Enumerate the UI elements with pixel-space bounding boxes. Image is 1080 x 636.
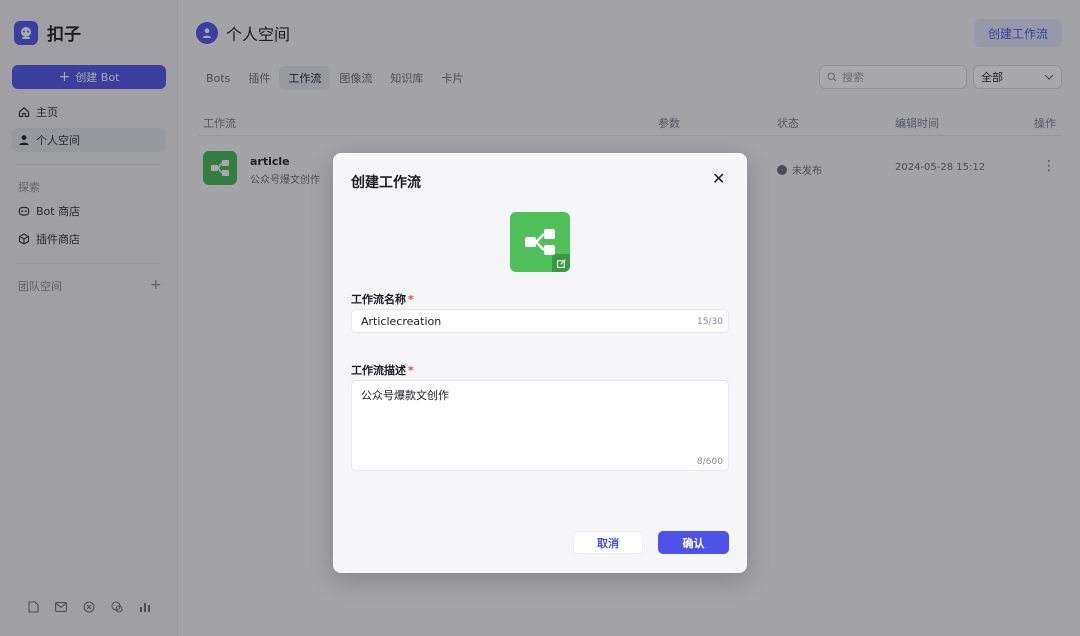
confirm-button[interactable]: 确认 [658, 531, 729, 554]
desc-field-label: 工作流描述 * [351, 362, 414, 378]
create-workflow-dialog: 创建工作流 ✕ 工作流名称 * Articlecreation 15/30 工作流… [333, 153, 747, 573]
required-mark: * [408, 293, 414, 306]
name-field-label: 工作流名称 * [351, 291, 414, 307]
workflow-description-field[interactable]: 公众号爆款文创作 [351, 380, 729, 471]
dialog-title: 创建工作流 [351, 175, 421, 191]
workflow-description-value: 公众号爆款文创作 [361, 389, 449, 402]
desc-char-count: 8/600 [697, 457, 723, 467]
edit-icon[interactable] [552, 254, 570, 272]
required-mark: * [408, 364, 414, 377]
name-label-text: 工作流名称 [351, 293, 406, 306]
workflow-name-field[interactable]: Articlecreation [351, 309, 729, 333]
desc-label-text: 工作流描述 [351, 364, 406, 377]
workflow-icon [525, 229, 555, 255]
workflow-name-value: Articlecreation [361, 314, 442, 328]
name-char-count: 15/30 [697, 317, 723, 327]
cancel-button[interactable]: 取消 [573, 531, 643, 554]
close-icon[interactable]: ✕ [712, 171, 725, 187]
workflow-avatar[interactable] [510, 212, 570, 272]
